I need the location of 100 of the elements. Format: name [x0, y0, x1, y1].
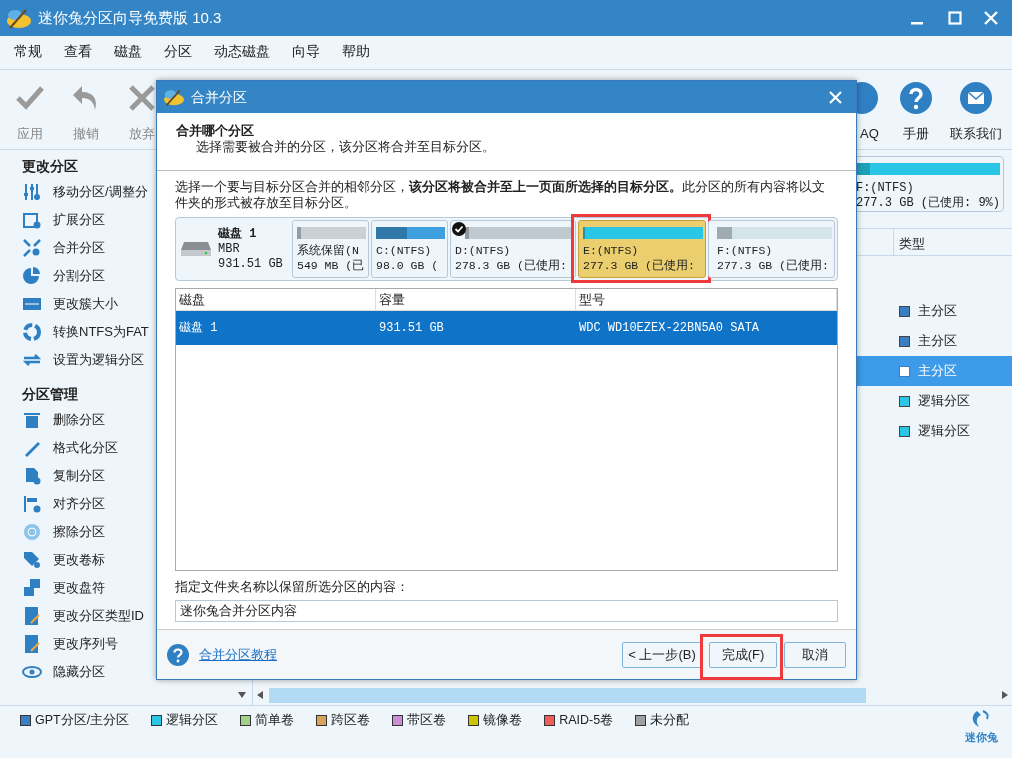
- partition-label: F:(NTFS): [855, 181, 915, 196]
- legend-label: 带区卷: [407, 712, 447, 729]
- table-row[interactable]: 磁盘 1 931.51 GB WDC WD10EZEX-22BN5A0 SATA: [176, 311, 837, 345]
- partition-card[interactable]: D:(NTFS) 278.3 GB (已使用:: [450, 220, 576, 278]
- list-row[interactable]: 逻辑分区: [851, 416, 1012, 446]
- step-description: 选择需要被合并的分区，该分区将合并至目标分区。: [195, 139, 496, 155]
- merge-icon: [22, 238, 42, 258]
- partition-label: 系统保留(N: [297, 243, 360, 258]
- partition-size: 549 MB (已: [297, 258, 366, 273]
- menu-item[interactable]: 帮助: [331, 42, 381, 63]
- sidebar-item[interactable]: 删除分区: [53, 410, 105, 430]
- column-header: 类型: [897, 235, 925, 253]
- dialog-button[interactable]: 完成(F): [709, 641, 777, 668]
- disk-scheme: MBR: [218, 241, 241, 257]
- expand-icon: [22, 210, 42, 230]
- menu-item[interactable]: 向导: [281, 42, 331, 63]
- app-logo-icon: [163, 87, 185, 107]
- sidebar-item[interactable]: 对齐分区: [53, 494, 105, 514]
- recycle-icon: [22, 322, 42, 342]
- sidebar-item[interactable]: 更改簇大小: [53, 294, 118, 314]
- disk-name: 磁盘 1: [218, 226, 258, 242]
- tutorial-link[interactable]: 合并分区教程: [199, 644, 277, 665]
- folder-name-label: 指定文件夹名称以保留所选分区的内容：: [175, 579, 410, 595]
- menu-item[interactable]: 磁盘: [103, 42, 153, 63]
- legend-label: 镜像卷: [483, 712, 523, 729]
- column-header: 型号: [576, 289, 837, 310]
- partition-label: C:(NTFS): [376, 243, 433, 258]
- sidebar-item[interactable]: 更改序列号: [53, 634, 118, 654]
- tag-icon: [22, 550, 42, 570]
- maximize-icon[interactable]: [948, 11, 962, 25]
- partition-size: 98.0 GB (: [376, 258, 440, 273]
- section-heading: 分区管理: [22, 386, 79, 404]
- close-icon[interactable]: [829, 90, 842, 104]
- sidebar-item[interactable]: 格式化分区: [53, 438, 118, 458]
- toolbar-label[interactable]: 手册: [903, 124, 929, 144]
- partition-card[interactable]: E:(NTFS) 277.3 GB (已使用:: [578, 220, 706, 278]
- brand-logo: 迷你兔: [965, 709, 998, 746]
- column-header: 容量: [376, 289, 576, 310]
- legend-label: RAID-5卷: [559, 712, 614, 729]
- list-row[interactable]: 主分区: [851, 326, 1012, 356]
- partition-size: 278.3 GB (已使用:: [455, 258, 568, 273]
- toolbar-label[interactable]: AQ: [860, 124, 879, 144]
- dialog-title: 合并分区: [191, 87, 247, 107]
- close-icon[interactable]: [984, 11, 998, 25]
- help-icon[interactable]: [900, 82, 932, 114]
- folder-name-field[interactable]: 迷你兔合并分区内容: [175, 600, 838, 622]
- id-card-icon: [22, 634, 42, 654]
- legend-label: 简单卷: [255, 712, 295, 729]
- menu-item[interactable]: 动态磁盘: [203, 42, 281, 63]
- partition-card[interactable]: F:(NTFS) 277.3 GB (已使用:: [708, 220, 835, 278]
- list-row[interactable]: 逻辑分区: [851, 386, 1012, 416]
- sidebar-item[interactable]: 更改分区类型ID: [53, 606, 144, 626]
- scroll-right-icon[interactable]: [1002, 691, 1008, 699]
- dialog-button[interactable]: 取消: [784, 641, 846, 668]
- partition-label: D:(NTFS): [455, 243, 512, 258]
- sliders-icon: [22, 182, 42, 202]
- partition-size: 277.3 GB (已使用: 9%): [855, 196, 1000, 211]
- sidebar-item[interactable]: 扩展分区: [53, 210, 105, 230]
- sidebar-item[interactable]: 转换NTFS为FAT: [53, 322, 149, 342]
- help-icon[interactable]: [167, 643, 189, 666]
- partition-card[interactable]: 系统保留(N 549 MB (已: [292, 220, 369, 278]
- dialog-button[interactable]: < 上一步(B): [622, 641, 702, 668]
- section-heading: 更改分区: [22, 158, 79, 176]
- sidebar-item[interactable]: 隐藏分区: [53, 662, 105, 682]
- legend-label: 未分配: [650, 712, 690, 729]
- partition-size: 277.3 GB (已使用:: [583, 258, 696, 273]
- sidebar-item[interactable]: 移动分区/调整分: [53, 182, 148, 202]
- horizontal-scrollbar[interactable]: [268, 687, 866, 703]
- align-icon: [22, 494, 42, 514]
- disk-size: 931.51 GB: [218, 256, 283, 272]
- sidebar-item[interactable]: 复制分区: [53, 466, 105, 486]
- partition-size: 277.3 GB (已使用:: [717, 258, 830, 273]
- menu-item[interactable]: 查看: [53, 42, 103, 63]
- toolbar-label[interactable]: 联系我们: [950, 124, 1002, 144]
- instruction-text: 选择一个要与目标分区合并的相邻分区，该分区将被合并至上一页面所选择的目标分区。此分区的所有内容将以文件夹的形式被存放至目标分区。: [175, 179, 826, 211]
- menu-item[interactable]: 分区: [153, 42, 203, 63]
- legend-label: GPT分区/主分区: [35, 712, 130, 729]
- list-row[interactable]: 主分区: [851, 296, 1012, 326]
- mail-icon[interactable]: [960, 82, 992, 114]
- partition-label: F:(NTFS): [717, 243, 774, 258]
- scroll-down-icon[interactable]: [237, 692, 246, 698]
- sidebar-item[interactable]: 分割分区: [53, 266, 105, 286]
- scroll-left-icon[interactable]: [256, 691, 263, 699]
- partition-label: E:(NTFS): [583, 243, 640, 258]
- pie-icon: [22, 266, 42, 286]
- sidebar-item[interactable]: 设置为逻辑分区: [53, 350, 144, 370]
- window-title: 迷你兔分区向导免费版 10.3: [38, 7, 222, 28]
- sidebar-item[interactable]: 更改盘符: [53, 578, 105, 598]
- sidebar-item[interactable]: 合并分区: [53, 238, 105, 258]
- legend-label: 跨区卷: [331, 712, 371, 729]
- menu-item[interactable]: 常规: [3, 42, 53, 63]
- sidebar-item[interactable]: 更改卷标: [53, 550, 105, 570]
- sidebar-item[interactable]: 擦除分区: [53, 522, 105, 542]
- id-card-icon: [22, 606, 42, 626]
- disc-icon: [22, 522, 42, 542]
- drive-letter-icon: [22, 578, 42, 598]
- partition-card[interactable]: C:(NTFS) 98.0 GB (: [371, 220, 448, 278]
- trash-icon: [22, 410, 42, 430]
- legend-label: 逻辑分区: [166, 712, 219, 729]
- column-header: 磁盘: [176, 289, 376, 310]
